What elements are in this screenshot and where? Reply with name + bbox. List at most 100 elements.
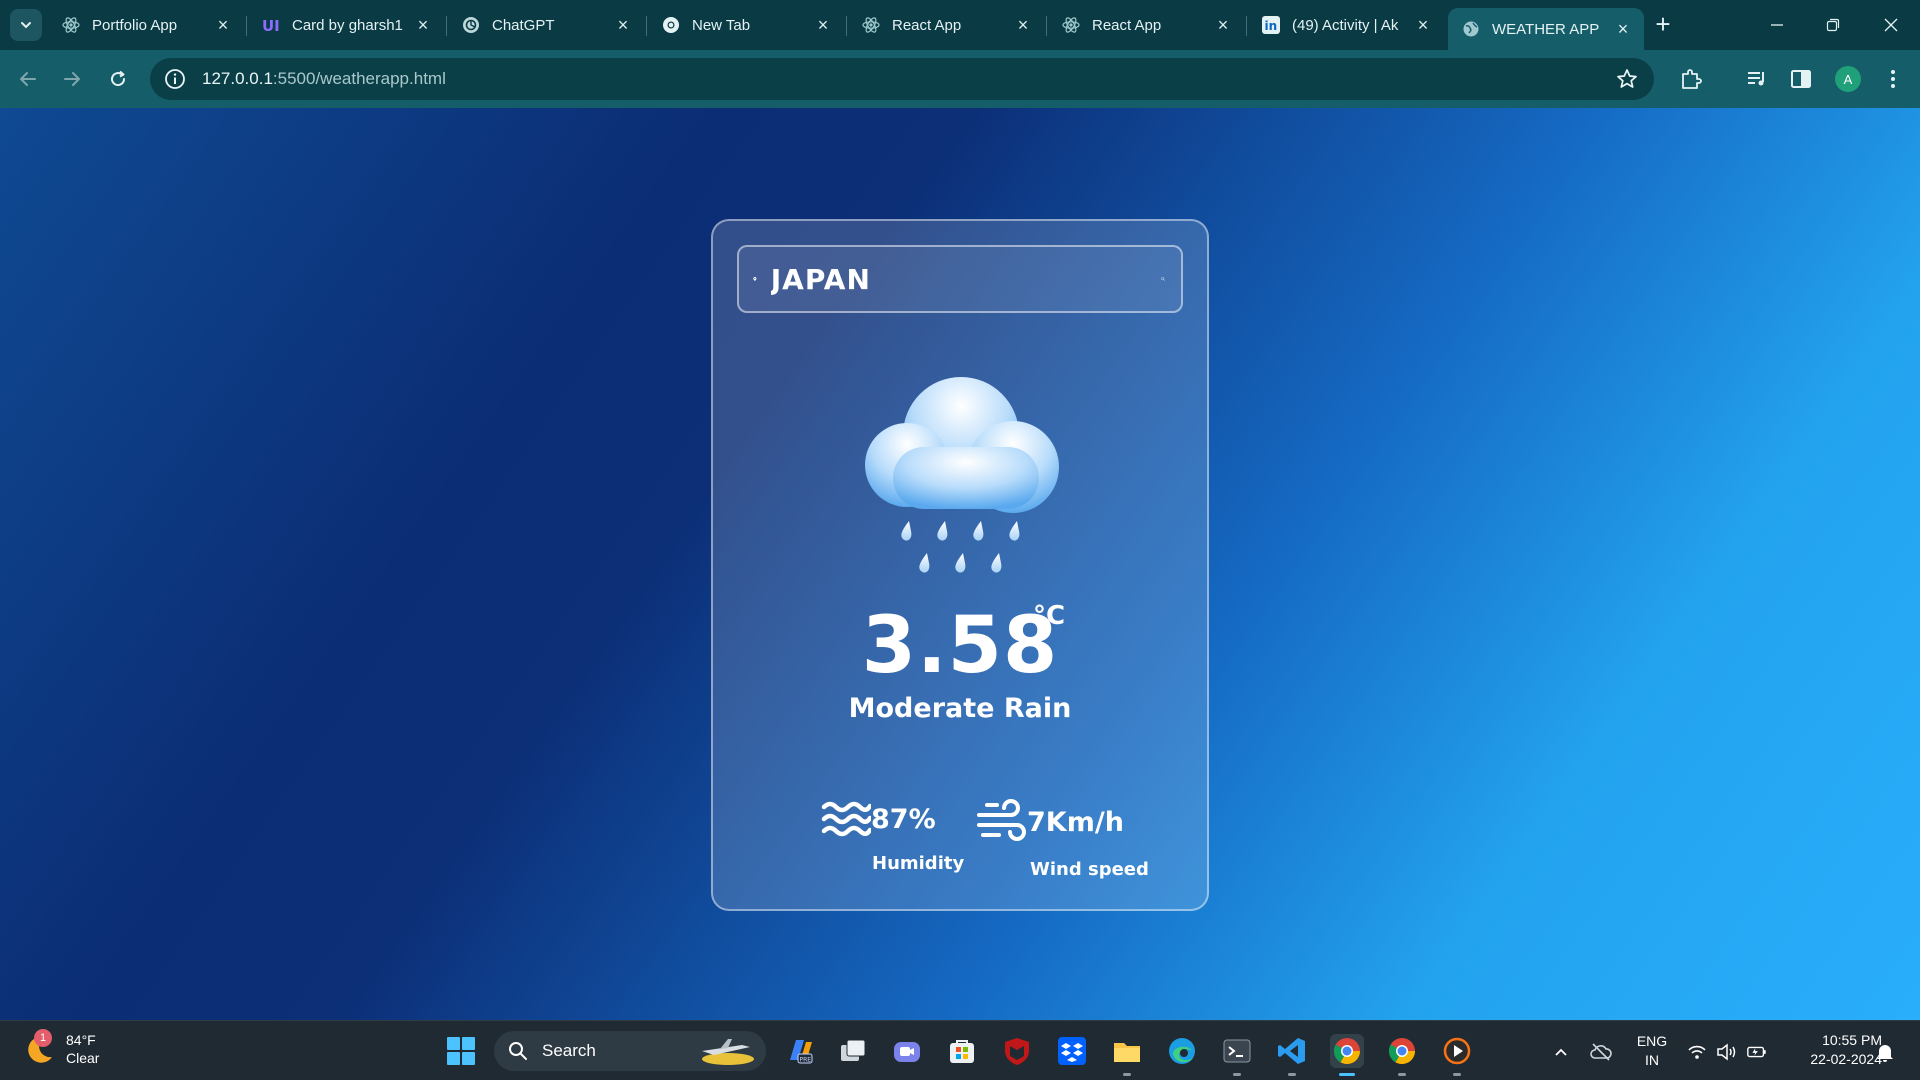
taskbar-app-dropbox[interactable] — [1055, 1034, 1089, 1068]
close-icon[interactable]: × — [1614, 19, 1632, 39]
search-icon — [509, 1042, 527, 1060]
onedrive-status[interactable] — [1590, 1041, 1612, 1063]
taskbar-app-store[interactable] — [945, 1034, 979, 1068]
rain-cloud-icon — [865, 377, 1059, 573]
url-host: 127.0.0.1 — [202, 69, 273, 88]
close-icon[interactable]: × — [214, 15, 232, 35]
close-window-button[interactable] — [1878, 12, 1904, 38]
city-search-input[interactable] — [770, 262, 1161, 296]
close-icon[interactable]: × — [614, 15, 632, 35]
temperature-unit: °C — [1033, 601, 1066, 631]
chrome-menu-button[interactable] — [1880, 66, 1906, 92]
address-bar[interactable]: 127.0.0.1:5500/weatherapp.html — [150, 58, 1654, 100]
weather-card: 3.58 °C Moderate Rain 87% Humidity — [711, 219, 1209, 911]
clock-date: 22-02-2024 — [1810, 1051, 1882, 1067]
folder-icon — [1114, 1043, 1140, 1062]
task-view-icon — [841, 1039, 866, 1061]
url-text[interactable]: 127.0.0.1:5500/weatherapp.html — [202, 69, 446, 89]
moon-weather-icon: 1 — [24, 1029, 56, 1065]
side-panel-button[interactable] — [1788, 66, 1814, 92]
temperature-value: 3.58 — [861, 601, 1059, 691]
dropbox-icon — [1058, 1037, 1086, 1065]
profile-avatar[interactable]: A — [1835, 66, 1861, 92]
taskbar-weather-widget[interactable]: 1 84°F Clear — [24, 1029, 100, 1067]
tab-chatgpt[interactable]: ChatGPT × — [448, 8, 644, 42]
restore-button[interactable] — [1820, 12, 1846, 38]
running-indicator — [1288, 1073, 1296, 1076]
temperature: 3.58 °C — [713, 601, 1207, 691]
taskbar-app-vscode[interactable] — [1275, 1034, 1309, 1076]
tab-divider — [646, 16, 647, 36]
taskbar-app-task-view[interactable] — [836, 1034, 870, 1068]
language-code: ENG — [1636, 1033, 1668, 1049]
humidity-value: 87% — [871, 803, 936, 835]
weather-description: Moderate Rain — [848, 693, 1072, 724]
weather-condition: Clear — [66, 1050, 100, 1066]
tab-new-tab[interactable]: New Tab × — [648, 8, 844, 42]
tab-react-app[interactable]: React App × — [848, 8, 1044, 42]
language-indicator[interactable]: ENG IN — [1632, 1032, 1672, 1070]
taskbar-app-mcafee[interactable] — [1000, 1034, 1034, 1068]
show-hidden-icons-button[interactable] — [1550, 1041, 1572, 1063]
taskbar-search[interactable]: Search — [494, 1031, 766, 1071]
windows-start-icon[interactable] — [446, 1036, 476, 1066]
battery-status[interactable] — [1746, 1041, 1768, 1063]
taskbar-app-chrome[interactable] — [1330, 1034, 1364, 1076]
copilot-icon: PRE — [790, 1040, 813, 1064]
close-icon[interactable]: × — [414, 15, 432, 35]
new-tab-button[interactable]: + — [1650, 9, 1676, 39]
tab-weather-app[interactable]: WEATHER APP × — [1448, 8, 1644, 50]
chrome-icon — [1333, 1038, 1361, 1065]
close-icon[interactable]: × — [814, 15, 832, 35]
react-icon — [862, 16, 880, 34]
taskbar-app-edge[interactable] — [1165, 1034, 1199, 1068]
taskbar-app-teams[interactable] — [890, 1034, 924, 1068]
search-highlight-icon — [702, 1039, 754, 1065]
tab-divider — [1046, 16, 1047, 36]
tab-title: New Tab — [692, 16, 751, 34]
tab-react-app[interactable]: React App × — [1048, 8, 1244, 42]
clock-time: 10:55 PM — [1822, 1032, 1882, 1048]
bookmark-star-icon[interactable] — [1616, 68, 1638, 90]
clock[interactable]: 10:55 PM 22-02-2024 — [1782, 1031, 1882, 1069]
tab-divider — [1246, 16, 1247, 36]
reload-icon — [111, 70, 126, 87]
react-icon — [62, 16, 80, 34]
minimize-button[interactable] — [1764, 12, 1790, 38]
close-icon[interactable]: × — [1214, 15, 1232, 35]
taskbar-app-file-explorer[interactable] — [1110, 1034, 1144, 1076]
linkedin-icon: in — [1262, 16, 1280, 34]
running-indicator — [1398, 1073, 1406, 1076]
close-icon[interactable]: × — [1014, 15, 1032, 35]
svg-text:UI: UI — [262, 17, 280, 34]
chrome-icon — [1388, 1038, 1416, 1065]
close-icon[interactable]: × — [1414, 15, 1432, 35]
info-icon[interactable] — [164, 68, 186, 90]
notifications-button[interactable] — [1874, 1041, 1896, 1063]
volume-status[interactable] — [1716, 1041, 1738, 1063]
forward-button[interactable] — [58, 65, 86, 93]
react-icon — [1062, 16, 1080, 34]
tab-divider — [846, 16, 847, 36]
network-status[interactable] — [1686, 1041, 1708, 1063]
reload-button[interactable] — [104, 65, 132, 93]
taskbar-app-copilot[interactable]: PRE — [782, 1034, 816, 1068]
tab-search-button[interactable] — [10, 9, 42, 41]
plus-icon: + — [1655, 9, 1671, 39]
weather-badge: 1 — [34, 1029, 52, 1047]
taskbar-app-terminal[interactable] — [1220, 1034, 1254, 1076]
taskbar-app-chrome-profile[interactable] — [1385, 1034, 1419, 1076]
extensions-button[interactable] — [1678, 66, 1704, 92]
tab-portfolio-app[interactable]: Portfolio App × — [48, 8, 244, 42]
tab-card-by-gharsh1[interactable]: UI Card by gharsh1 × — [248, 8, 444, 42]
media-controls-button[interactable] — [1744, 66, 1770, 92]
back-button[interactable] — [14, 65, 42, 93]
arrow-left-icon — [20, 72, 36, 86]
search-icon[interactable] — [1161, 263, 1165, 295]
taskbar-app-media-player[interactable] — [1440, 1034, 1474, 1076]
close-icon — [1884, 18, 1898, 32]
tab-linkedin-activity[interactable]: in (49) Activity | Ak × — [1248, 8, 1444, 42]
restore-icon — [1826, 18, 1840, 32]
chevron-down-icon — [21, 22, 31, 29]
play-circle-icon — [1443, 1037, 1471, 1065]
